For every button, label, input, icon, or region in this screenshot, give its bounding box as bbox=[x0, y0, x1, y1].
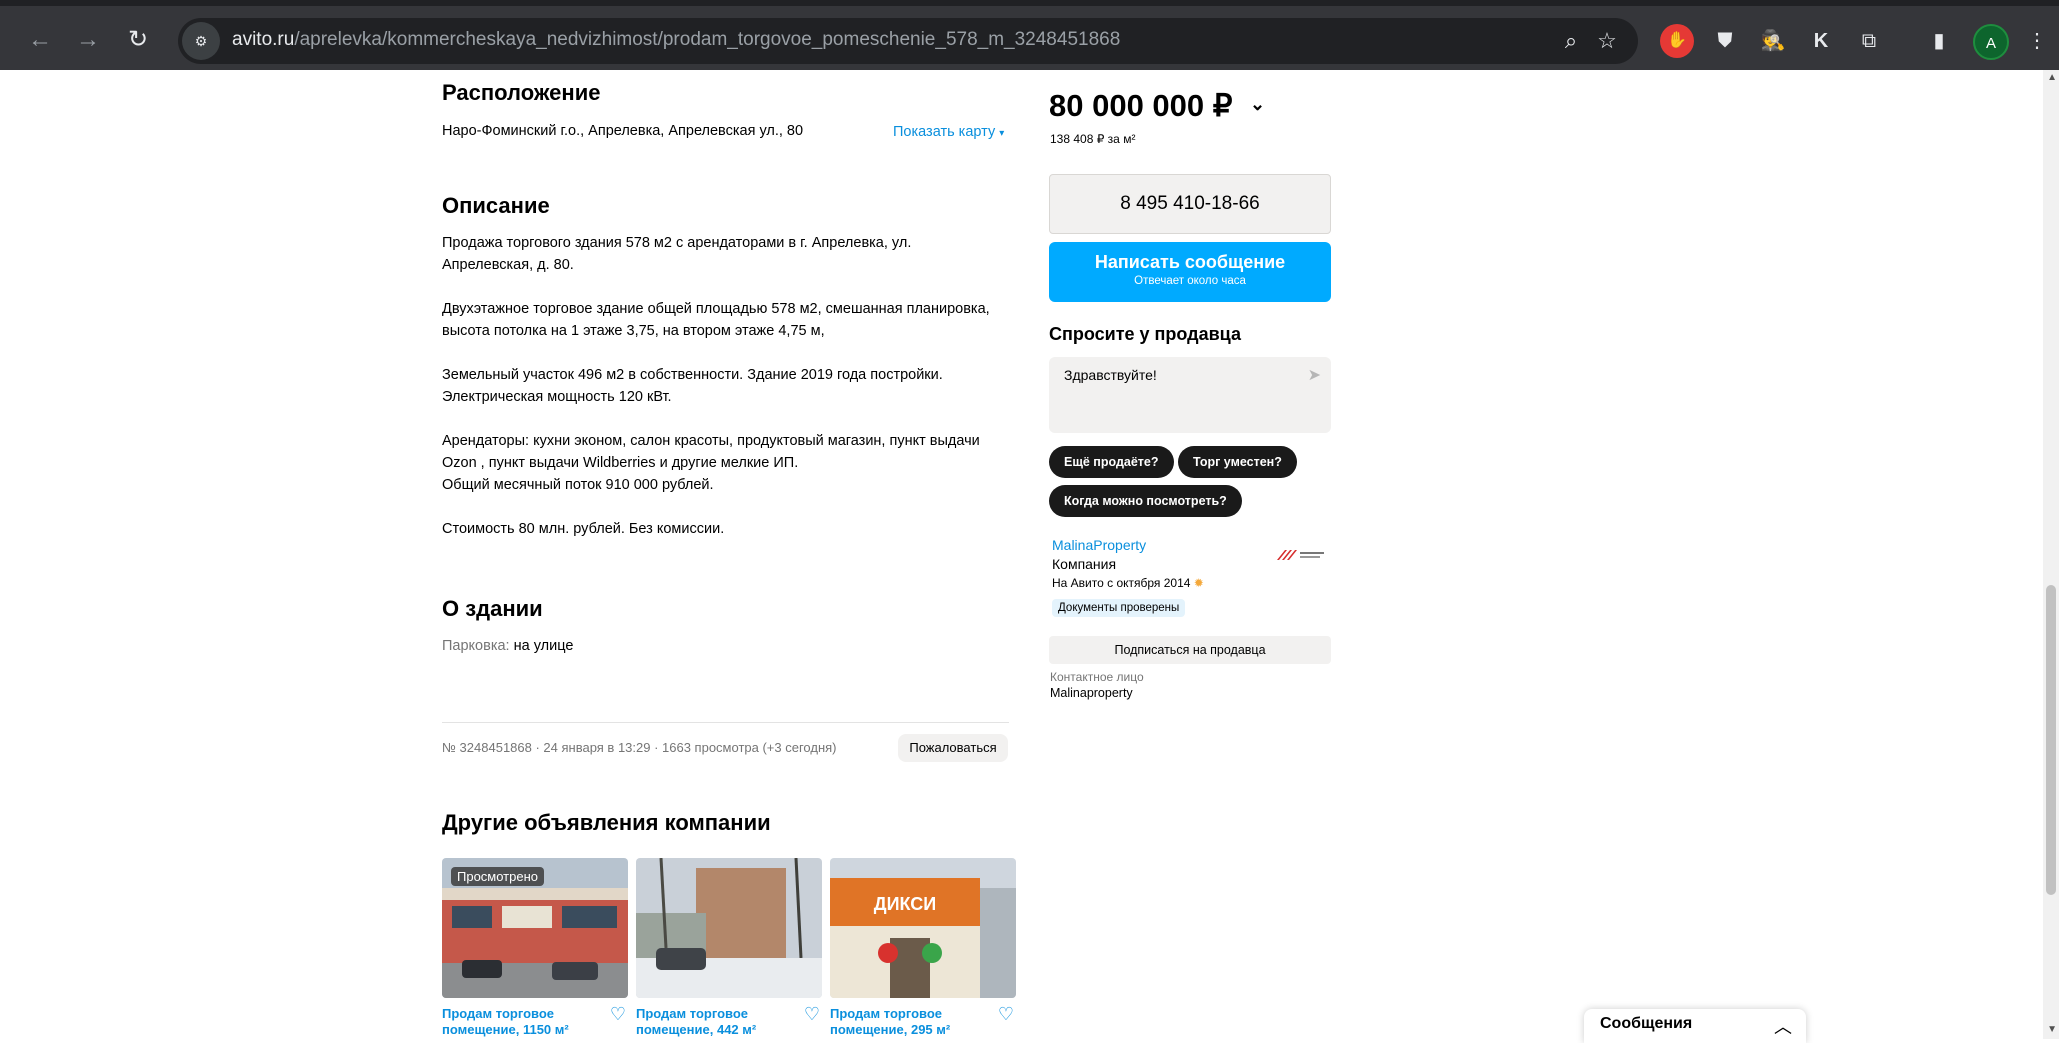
ad-photo[interactable]: Просмотрено bbox=[442, 858, 628, 998]
description-line: Земельный участок 496 м2 в собственности… bbox=[442, 367, 943, 383]
site-info-icon[interactable]: ⚙ bbox=[182, 22, 220, 60]
subscribe-button[interactable]: Подписаться на продавца bbox=[1049, 636, 1331, 664]
contact-label: Контактное лицо bbox=[1050, 670, 1144, 684]
ad-photo[interactable] bbox=[636, 858, 822, 998]
parking-row: Парковка: на улице bbox=[442, 638, 574, 654]
send-icon[interactable]: ➤ bbox=[1308, 365, 1321, 385]
address-bar[interactable]: ⚙ avito.ru/aprelevka/kommercheskaya_nedv… bbox=[178, 18, 1638, 64]
ad-title[interactable]: Продам торговое помещение, 295 м² bbox=[830, 1006, 990, 1038]
ad-card[interactable]: ДИКСИ Продам торговое помещение, 295 м² … bbox=[830, 858, 1016, 1038]
description-line: Общий месячный поток 910 000 рублей. bbox=[442, 477, 714, 493]
scroll-down-arrow-icon[interactable]: ▼ bbox=[2047, 1024, 2057, 1035]
medal-icon: ✹ bbox=[1193, 576, 1204, 590]
bookmark-star-icon[interactable]: ☆ bbox=[1592, 26, 1622, 56]
description-line bbox=[442, 342, 1022, 364]
profile-avatar[interactable]: A bbox=[1973, 24, 2009, 60]
messages-label: Сообщения bbox=[1600, 1015, 1693, 1032]
description-line: Продажа торгового здания 578 м2 с аренда… bbox=[442, 235, 912, 251]
browser-toolbar: ← → ↻ ⚙ avito.ru/aprelevka/kommercheskay… bbox=[0, 0, 2059, 70]
scrollbar-thumb[interactable] bbox=[2046, 585, 2056, 895]
ad-title[interactable]: Продам торговое помещение, 442 м² bbox=[636, 1006, 796, 1038]
description-line: высота потолка на 1 этаже 3,75, на второ… bbox=[442, 323, 825, 339]
quick-question-chip[interactable]: Торг уместен? bbox=[1178, 446, 1297, 478]
documents-verified-badge: Документы проверены bbox=[1052, 599, 1186, 617]
favorite-heart-icon[interactable]: ♡ bbox=[998, 1004, 1014, 1025]
description-line: Апрелевская, д. 80. bbox=[442, 257, 574, 273]
scroll-up-arrow-icon[interactable]: ▲ bbox=[2047, 72, 2057, 83]
ad-card[interactable]: Продам торговое помещение, 442 м² ♡ bbox=[636, 858, 822, 1038]
shield-extension-icon[interactable]: ⛊ bbox=[1708, 24, 1742, 58]
contact-name: Malinaproperty bbox=[1050, 686, 1133, 700]
forward-icon[interactable]: → bbox=[72, 24, 104, 56]
favorite-heart-icon[interactable]: ♡ bbox=[610, 1004, 626, 1025]
chevron-down-icon: ▾ bbox=[999, 128, 1005, 139]
dixi-sign: ДИКСИ bbox=[874, 894, 936, 914]
scrollbar[interactable] bbox=[2043, 70, 2059, 1039]
description-line: Электрическая мощность 120 кВт. bbox=[442, 389, 672, 405]
description-line: Двухэтажное торговое здание общей площад… bbox=[442, 301, 990, 317]
description-line: Ozon , пункт выдачи Wildberries и другие… bbox=[442, 455, 799, 471]
show-map-link[interactable]: Показать карту ▾ bbox=[893, 121, 1004, 145]
building-title: О здании bbox=[442, 596, 543, 621]
description-line bbox=[442, 408, 1022, 430]
description-line bbox=[442, 276, 1022, 298]
adblock-extension-icon[interactable]: ✋ bbox=[1660, 24, 1694, 58]
description-line: Арендаторы: кухни эконом, салон красоты,… bbox=[442, 433, 980, 449]
description-title: Описание bbox=[442, 193, 550, 218]
reload-icon[interactable]: ↻ bbox=[122, 24, 154, 56]
quick-question-chip[interactable]: Когда можно посмотреть? bbox=[1049, 485, 1242, 517]
seller-since: На Авито с октября 2014 ✹ bbox=[1052, 576, 1204, 590]
location-address: Наро-Фоминский г.о., Апрелевка, Апрелевс… bbox=[442, 123, 804, 139]
spy-extension-icon[interactable]: 🕵 bbox=[1756, 24, 1790, 58]
seller-name-link[interactable]: MalinaProperty bbox=[1052, 537, 1146, 553]
messages-widget[interactable]: Сообщения ︿ bbox=[1584, 1009, 1806, 1043]
description-line bbox=[442, 496, 1022, 518]
seller-logo[interactable] bbox=[1275, 548, 1327, 562]
ask-seller-value[interactable]: Здравствуйте! bbox=[1064, 367, 1157, 383]
ad-title[interactable]: Продам торговое помещение, 1150 м² bbox=[442, 1006, 602, 1038]
url-text[interactable]: avito.ru/aprelevka/kommercheskaya_nedviz… bbox=[232, 29, 1120, 51]
description-text: Продажа торгового здания 578 м2 с аренда… bbox=[442, 232, 1022, 540]
price-per-sqm: 138 408 ₽ за м² bbox=[1050, 132, 1136, 146]
viewed-badge: Просмотрено bbox=[451, 867, 545, 886]
ask-seller-title: Спросите у продавца bbox=[1049, 324, 1241, 344]
favorite-heart-icon[interactable]: ♡ bbox=[804, 1004, 820, 1025]
write-message-label: Написать сообщение bbox=[1094, 252, 1286, 272]
extensions-puzzle-icon[interactable]: ⧉ bbox=[1852, 24, 1886, 58]
ad-photo[interactable]: ДИКСИ bbox=[830, 858, 1016, 998]
ad-card[interactable]: Просмотрено Продам торговое помещение, 1… bbox=[442, 858, 628, 1038]
description-line: Стоимость 80 млн. рублей. Без комиссии. bbox=[442, 521, 725, 537]
ask-seller-input[interactable]: Здравствуйте! ➤ bbox=[1049, 357, 1331, 433]
menu-kebab-icon[interactable]: ⋮ bbox=[2020, 24, 2054, 58]
k-extension-icon[interactable]: K bbox=[1804, 24, 1838, 58]
divider bbox=[442, 722, 1009, 723]
other-ads-title: Другие объявления компании bbox=[442, 810, 771, 835]
side-panel-icon[interactable]: ▮ bbox=[1922, 24, 1956, 58]
seller-type: Компания bbox=[1052, 556, 1117, 572]
location-title: Расположение bbox=[442, 80, 601, 105]
zoom-icon[interactable]: ⌕ bbox=[1556, 26, 1586, 56]
price: 80 000 000 ₽ bbox=[1049, 88, 1233, 123]
quick-question-chip[interactable]: Ещё продаёте? bbox=[1049, 446, 1174, 478]
listing-meta: № 3248451868 · 24 января в 13:29 · 1663 … bbox=[442, 740, 837, 755]
write-message-button[interactable]: Написать сообщение Отвечает около часа bbox=[1049, 242, 1331, 302]
back-icon[interactable]: ← bbox=[24, 24, 56, 56]
page-content: Расположение Наро-Фоминский г.о., Апреле… bbox=[0, 70, 2043, 1039]
price-history-chevron-icon[interactable]: ⌄ bbox=[1250, 94, 1265, 115]
chevron-up-icon[interactable]: ︿ bbox=[1774, 1013, 1792, 1039]
response-time: Отвечает около часа bbox=[1134, 275, 1246, 287]
phone-button[interactable]: 8 495 410-18-66 bbox=[1049, 174, 1331, 234]
complain-button[interactable]: Пожаловаться bbox=[898, 734, 1008, 762]
